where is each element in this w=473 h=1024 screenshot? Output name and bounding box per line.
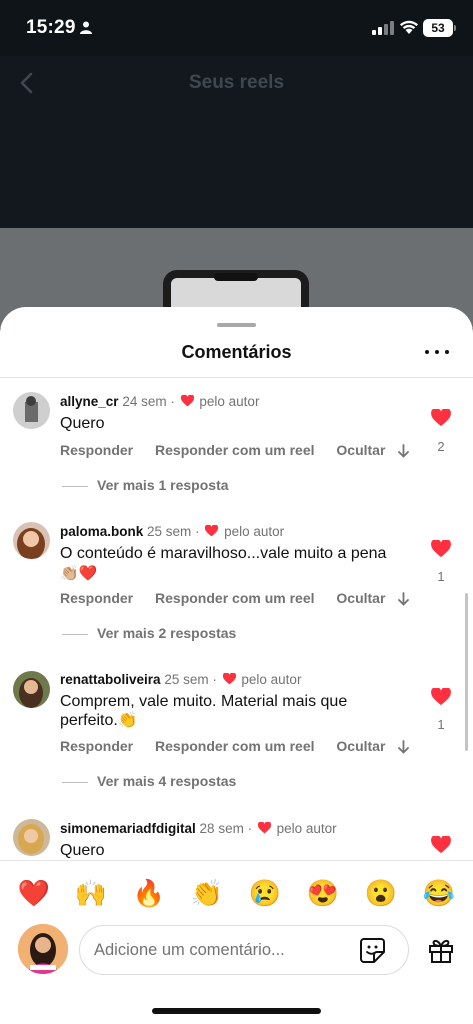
like-heart-icon[interactable] <box>431 688 451 706</box>
like-count: 1 <box>437 717 445 732</box>
reply-with-reel-button[interactable]: Responder com um reel <box>155 590 315 606</box>
view-more-replies[interactable]: Ver mais 4 respostas <box>62 773 236 789</box>
comment-input[interactable]: Adicione um comentário... <box>79 925 409 975</box>
battery-indicator: 53 <box>423 19 456 37</box>
person-icon <box>80 21 92 34</box>
liked-by-author-label: pelo autor <box>241 672 302 687</box>
current-user-avatar <box>18 924 68 974</box>
comments-sheet: Comentários allyne_cr 24 sem · pelo auto… <box>0 307 473 1024</box>
like-heart-icon[interactable] <box>431 836 451 854</box>
author-heart-icon <box>222 673 236 685</box>
separator-dot: · <box>195 524 200 539</box>
comment-meta: paloma.bonk 25 sem · pelo autor <box>60 524 284 539</box>
comment-text-line2: 👏🏼❤️ <box>60 565 98 582</box>
reply-with-reel-button[interactable]: Responder com um reel <box>155 738 315 754</box>
like-heart-icon[interactable] <box>431 540 451 558</box>
arrow-down-icon[interactable] <box>398 592 409 606</box>
comment-meta: allyne_cr 24 sem · pelo autor <box>60 394 259 409</box>
view-replies-label[interactable]: Ver mais 1 resposta <box>97 477 229 493</box>
more-options-icon[interactable] <box>425 345 449 359</box>
view-replies-label[interactable]: Ver mais 2 respostas <box>97 625 236 641</box>
hide-button[interactable]: Ocultar <box>336 442 385 458</box>
comment-text-line2: perfeito.👏 <box>60 712 138 729</box>
status-time: 15:29 <box>26 17 76 38</box>
liked-by-author-label: pelo autor <box>224 524 285 539</box>
avatar[interactable] <box>13 392 50 429</box>
sticker-icon[interactable] <box>359 937 386 964</box>
sheet-title: Comentários <box>181 342 292 362</box>
author-heart-icon <box>180 395 194 407</box>
comment-username[interactable]: allyne_cr <box>60 394 119 409</box>
arrow-down-icon[interactable] <box>398 740 409 754</box>
reply-button[interactable]: Responder <box>60 738 133 754</box>
comment-text: Quero <box>60 415 105 432</box>
author-heart-icon <box>205 525 219 537</box>
gift-icon[interactable] <box>428 937 454 963</box>
comment-text: Quero <box>60 842 105 859</box>
sheet-grabber[interactable] <box>217 323 256 327</box>
reaction-crying-emoji[interactable]: 😢 <box>247 875 283 911</box>
comment-username[interactable]: simonemariadfdigital <box>60 821 196 836</box>
comment-actions: Responder Responder com um reel Ocultar <box>60 590 403 606</box>
page-title: Seus reels <box>188 72 285 93</box>
comment-age: 28 sem <box>199 821 244 836</box>
avatar[interactable] <box>13 671 50 708</box>
comments-list[interactable]: allyne_cr 24 sem · pelo autor Quero Resp… <box>0 378 473 860</box>
reply-button[interactable]: Responder <box>60 590 133 606</box>
comment-meta: renattaboliveira 25 sem · pelo autor <box>60 672 301 687</box>
reaction-clapping-emoji[interactable]: 👏 <box>189 875 225 911</box>
comment-text: Comprem, vale muito. Material mais que <box>60 693 348 710</box>
hide-button[interactable]: Ocultar <box>336 590 385 606</box>
comment-age: 25 sem <box>164 672 209 687</box>
reaction-heart-emoji[interactable]: ❤️ <box>16 875 52 911</box>
comment-age: 25 sem <box>147 524 192 539</box>
liked-by-author-label: pelo autor <box>276 821 337 836</box>
status-bar: 15:29 53 <box>0 0 473 56</box>
comment-actions: Responder Responder com um reel Ocultar <box>60 738 403 754</box>
comment-actions: Responder Responder com um reel Ocultar <box>60 442 403 458</box>
home-indicator <box>152 1008 321 1014</box>
comment-text: O conteúdo é maravilhoso...vale muito a … <box>60 545 387 562</box>
like-count: 2 <box>437 439 445 454</box>
author-heart-icon <box>257 822 271 834</box>
scrollbar[interactable] <box>465 593 468 751</box>
view-more-replies[interactable]: Ver mais 1 resposta <box>62 477 229 493</box>
like-heart-icon[interactable] <box>431 409 451 427</box>
avatar[interactable] <box>13 522 50 559</box>
comment-age: 24 sem <box>122 394 167 409</box>
separator-dot: · <box>247 821 253 836</box>
separator-dot: · <box>170 394 175 409</box>
reaction-fire-emoji[interactable]: 🔥 <box>131 875 167 911</box>
reply-button[interactable]: Responder <box>60 442 133 458</box>
avatar[interactable] <box>13 819 50 856</box>
phone-mockup-notch <box>214 273 258 281</box>
comment-input-placeholder: Adicione um comentário... <box>94 941 285 959</box>
reaction-laughing-emoji[interactable]: 😂 <box>421 875 457 911</box>
comment-meta: simonemariadfdigital 28 sem · pelo autor <box>60 821 337 836</box>
like-count: 1 <box>437 569 445 584</box>
reaction-raising-hands-emoji[interactable]: 🙌 <box>73 875 109 911</box>
wifi-icon <box>400 20 418 34</box>
reply-with-reel-button[interactable]: Responder com um reel <box>155 442 315 458</box>
comment-username[interactable]: paloma.bonk <box>60 524 143 539</box>
liked-by-author-label: pelo autor <box>199 394 260 409</box>
hide-button[interactable]: Ocultar <box>336 738 385 754</box>
separator-dot: · <box>212 672 217 687</box>
view-replies-label[interactable]: Ver mais 4 respostas <box>97 773 236 789</box>
reaction-surprised-emoji[interactable]: 😮 <box>363 875 399 911</box>
arrow-down-icon[interactable] <box>398 444 409 458</box>
divider <box>0 860 473 861</box>
reaction-heart-eyes-emoji[interactable]: 😍 <box>305 875 341 911</box>
quick-reactions-bar: ❤️ 🙌 🔥 👏 😢 😍 😮 😂 <box>0 875 473 911</box>
view-more-replies[interactable]: Ver mais 2 respostas <box>62 625 236 641</box>
cellular-signal-icon <box>372 21 394 35</box>
comment-username[interactable]: renattaboliveira <box>60 672 161 687</box>
